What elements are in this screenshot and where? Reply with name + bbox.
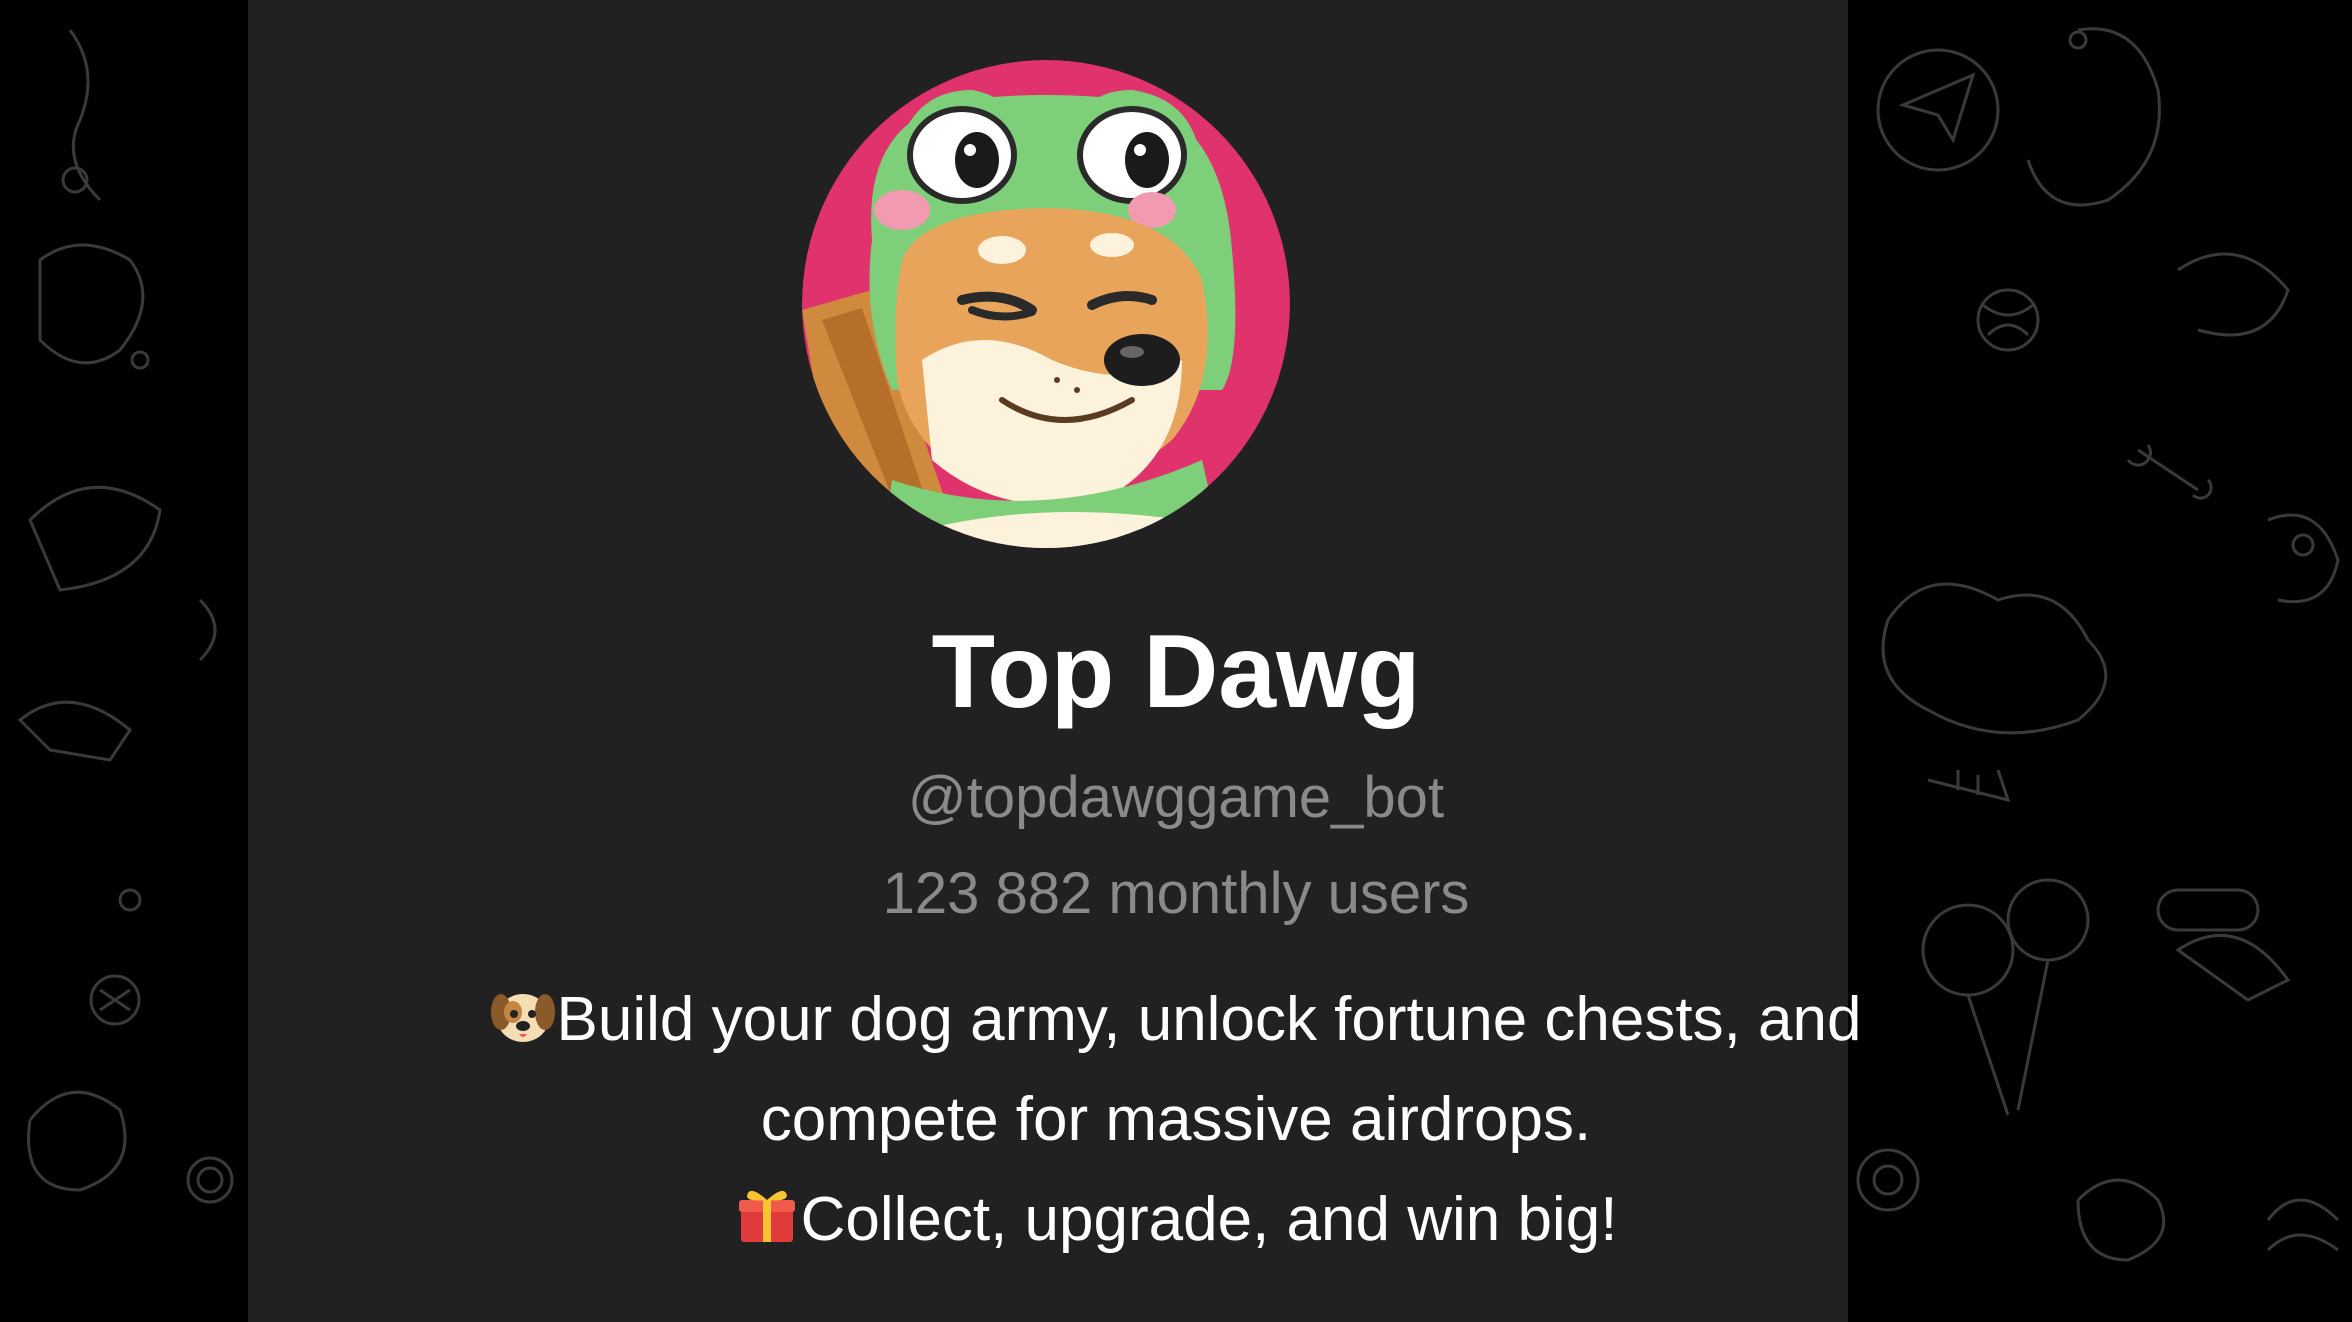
description-line-3-text: Collect, upgrade, and win big! bbox=[800, 1185, 1618, 1254]
bot-description: Build your dog army, unlock fortune ches… bbox=[300, 970, 2052, 1270]
bot-name: Top Dawg bbox=[931, 614, 1421, 730]
bot-avatar[interactable] bbox=[802, 60, 1290, 548]
gift-emoji-icon bbox=[735, 1182, 799, 1246]
monthly-users-count: 123 882 monthly users bbox=[882, 861, 1470, 926]
shiba-frog-hat-avatar-icon bbox=[802, 60, 1290, 548]
description-line-1-text: Build your dog army, unlock fortune ches… bbox=[556, 985, 1862, 1054]
description-line-2: compete for massive airdrops. bbox=[760, 1085, 1592, 1154]
dog-face-emoji-icon bbox=[490, 982, 555, 1046]
description-line-1: Build your dog army, unlock fortune ches… bbox=[300, 970, 2052, 1070]
description-line-3: Collect, upgrade, and win big! bbox=[300, 1170, 2052, 1270]
bot-username[interactable]: @topdawggame_bot bbox=[0, 760, 2352, 836]
